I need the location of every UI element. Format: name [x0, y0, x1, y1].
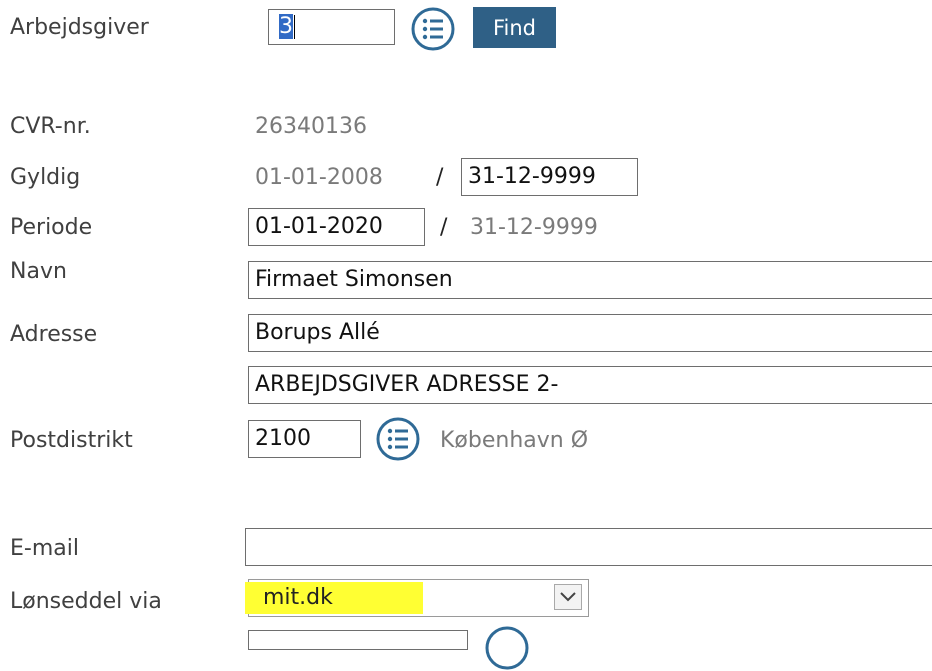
label-arbejdsgiver: Arbejdsgiver	[10, 15, 149, 40]
lonseddel-selected: mit.dk	[263, 585, 333, 610]
postdistrikt-code-input[interactable]: 2100	[248, 420, 361, 458]
email-input[interactable]	[245, 528, 932, 566]
arbejdsgiver-value: 3	[279, 14, 293, 39]
label-gyldig: Gyldig	[10, 165, 81, 190]
periode-to: 31-12-9999	[470, 215, 598, 240]
periode-from-input[interactable]: 01-01-2020	[248, 208, 425, 246]
label-periode: Periode	[10, 215, 93, 240]
label-email: E-mail	[10, 536, 79, 561]
gyldig-to-input[interactable]: 31-12-9999	[461, 158, 638, 196]
adresse-line2-input[interactable]: ARBEJDSGIVER ADRESSE 2-	[248, 366, 932, 404]
next-row-list-icon[interactable]	[484, 625, 530, 671]
gyldig-separator: /	[436, 165, 444, 190]
label-adresse: Adresse	[10, 322, 98, 347]
navn-input[interactable]: Firmaet Simonsen	[248, 261, 932, 299]
adresse-line1-input[interactable]: Borups Allé	[248, 314, 932, 352]
postdistrikt-city: København Ø	[440, 428, 589, 453]
label-navn: Navn	[10, 259, 67, 284]
arbejdsgiver-input[interactable]: 3	[268, 9, 395, 45]
label-lonseddel: Lønseddel via	[10, 589, 162, 614]
postdistrikt-list-icon[interactable]	[375, 416, 421, 462]
arbejdsgiver-list-icon[interactable]	[410, 6, 456, 52]
chevron-down-icon[interactable]	[554, 584, 582, 610]
next-row-input[interactable]	[248, 630, 468, 650]
lonseddel-select[interactable]: mit.dk	[245, 579, 589, 617]
find-button[interactable]: Find	[473, 7, 556, 48]
gyldig-from: 01-01-2008	[255, 165, 383, 190]
label-cvr: CVR-nr.	[10, 114, 91, 139]
label-postdistrikt: Postdistrikt	[10, 428, 133, 453]
periode-separator: /	[440, 215, 448, 240]
text-caret	[294, 15, 295, 39]
cvr-value: 26340136	[255, 114, 367, 139]
